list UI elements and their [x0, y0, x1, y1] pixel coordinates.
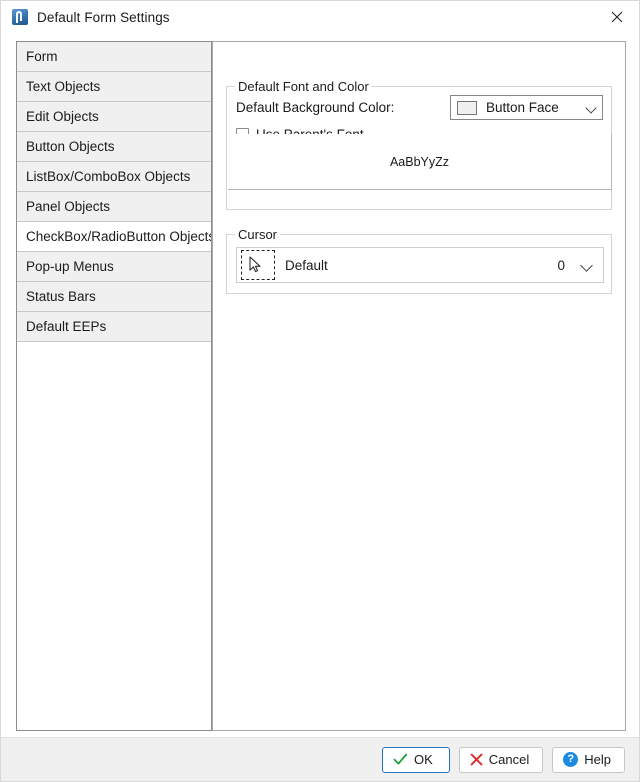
color-swatch	[457, 100, 477, 115]
sidebar-item-label: Default EEPs	[26, 319, 107, 334]
sidebar-item-checkbox-radiobutton-objects[interactable]: CheckBox/RadioButton Objects	[17, 222, 211, 252]
title-bar: Default Form Settings	[1, 1, 639, 33]
sidebar-item-pop-up-menus[interactable]: Pop-up Menus	[17, 252, 211, 282]
sidebar-item-form[interactable]: Form	[17, 42, 211, 72]
sidebar-item-label: Form	[26, 49, 58, 64]
question-mark-icon: ?	[563, 752, 579, 767]
default-font-and-color-group: Default Font and Color Default Backgroun…	[226, 79, 612, 210]
chevron-down-icon[interactable]	[581, 258, 595, 272]
cursor-name-value: Default	[285, 257, 328, 273]
sidebar-item-label: ListBox/ComboBox Objects	[26, 169, 191, 184]
sidebar-item-button-objects[interactable]: Button Objects	[17, 132, 211, 162]
sidebar-item-label: Edit Objects	[26, 109, 99, 124]
cursor-group: Cursor Default 0	[226, 227, 612, 294]
font-sample-text: AaBbYyZz	[389, 154, 450, 169]
sidebar-item-edit-objects[interactable]: Edit Objects	[17, 102, 211, 132]
check-icon	[393, 753, 408, 766]
help-button-label: Help	[584, 752, 611, 767]
dialog-window: Default Form Settings Form Text Objects …	[0, 0, 640, 782]
cancel-button[interactable]: Cancel	[458, 746, 544, 773]
sidebar-item-label: Text Objects	[26, 79, 101, 94]
cursor-combobox[interactable]: Default 0	[236, 247, 604, 283]
sidebar-item-listbox-combobox-objects[interactable]: ListBox/ComboBox Objects	[17, 162, 211, 192]
default-background-color-label: Default Background Color:	[236, 100, 395, 115]
sidebar-item-label: Pop-up Menus	[26, 259, 114, 274]
group-title: Default Font and Color	[235, 79, 372, 94]
sidebar-item-default-eeps[interactable]: Default EEPs	[17, 312, 211, 342]
chevron-down-icon[interactable]	[586, 102, 598, 114]
window-title: Default Form Settings	[37, 9, 170, 25]
sidebar-item-status-bars[interactable]: Status Bars	[17, 282, 211, 312]
dialog-footer: OK Cancel ? Help	[1, 737, 639, 781]
close-x-icon	[470, 753, 483, 766]
background-color-value: Button Face	[486, 100, 559, 115]
category-list[interactable]: Form Text Objects Edit Objects Button Ob…	[16, 41, 212, 731]
cancel-button-label: Cancel	[488, 752, 530, 767]
sidebar-item-text-objects[interactable]: Text Objects	[17, 72, 211, 102]
ok-button[interactable]: OK	[381, 746, 450, 773]
mouse-pointer-icon	[249, 256, 261, 273]
cursor-index-value: 0	[557, 257, 565, 273]
help-button[interactable]: ? Help	[552, 746, 625, 773]
close-icon[interactable]	[594, 1, 639, 32]
cursor-preview-box	[241, 250, 275, 280]
sidebar-item-label: Status Bars	[26, 289, 96, 304]
font-preview-area: AaBbYyZz	[228, 134, 612, 190]
dialog-body: Form Text Objects Edit Objects Button Ob…	[1, 33, 639, 737]
background-color-combobox[interactable]: Button Face	[450, 95, 603, 120]
settings-panel: Default Font and Color Default Backgroun…	[212, 41, 626, 731]
group-title: Cursor	[235, 227, 281, 242]
sidebar-item-label: CheckBox/RadioButton Objects	[26, 229, 212, 244]
app-icon	[12, 9, 28, 25]
ok-button-label: OK	[413, 752, 433, 767]
sidebar-item-label: Button Objects	[26, 139, 115, 154]
sidebar-item-panel-objects[interactable]: Panel Objects	[17, 192, 211, 222]
sidebar-item-label: Panel Objects	[26, 199, 111, 214]
